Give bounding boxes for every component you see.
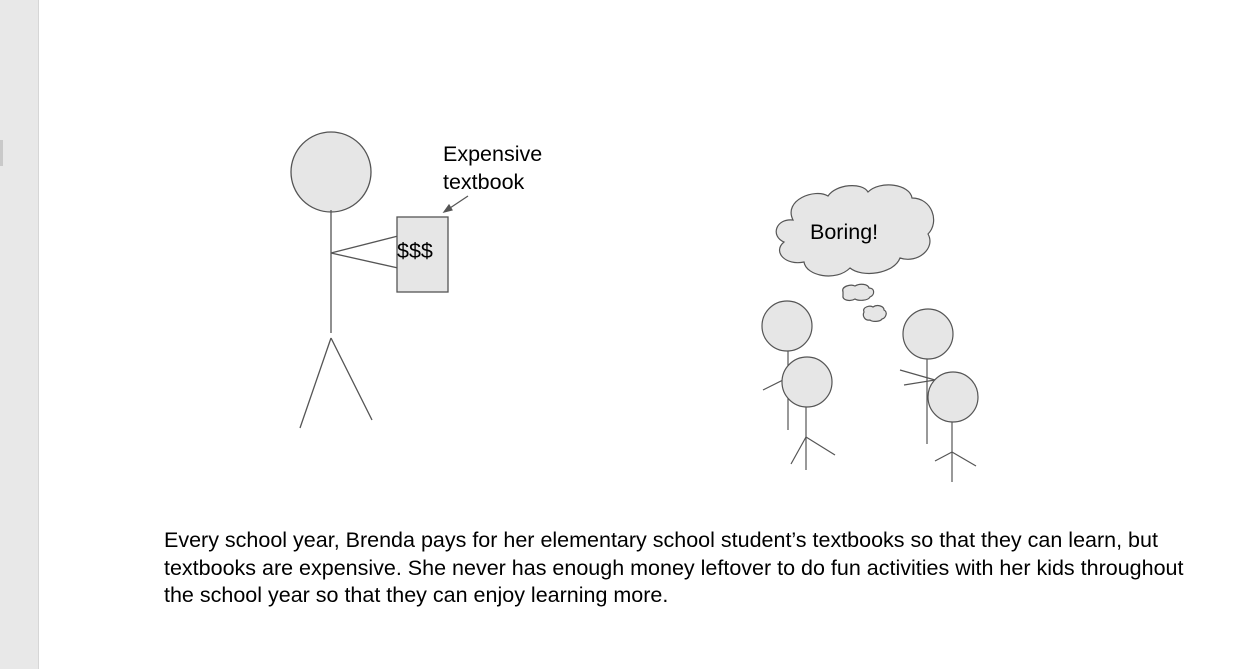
thought-text: Boring! <box>810 220 878 244</box>
kid-head <box>902 308 954 360</box>
story-paragraph: Every school year, Brenda pays for her e… <box>164 528 1184 607</box>
kid-figure-front-right <box>927 371 979 482</box>
adult-stick-figure <box>290 131 399 429</box>
adult-leg-right <box>330 337 373 421</box>
left-margin-gutter <box>0 0 39 669</box>
thought-bubble-small <box>862 304 887 322</box>
adult-arm-lower <box>330 252 399 269</box>
kids-group <box>761 300 979 482</box>
adult-arm-upper <box>330 235 399 254</box>
thought-cloud <box>775 184 935 322</box>
textbook-label-line2: textbook <box>443 170 525 194</box>
kid-head <box>761 300 813 352</box>
adult-head <box>290 131 372 213</box>
gutter-marker <box>0 140 3 166</box>
kid-head <box>781 356 833 408</box>
kid-figure-front-left <box>762 356 836 470</box>
textbook-price: $$$ <box>397 239 433 263</box>
label-arrow <box>442 195 469 213</box>
document-page: $$$ Expensive textbook Boring! Every sch… <box>39 0 1238 669</box>
adult-leg-left <box>299 337 332 429</box>
textbook-label-line1: Expensive <box>443 142 542 166</box>
thought-bubble-medium <box>842 283 875 302</box>
kid-head <box>927 371 979 423</box>
